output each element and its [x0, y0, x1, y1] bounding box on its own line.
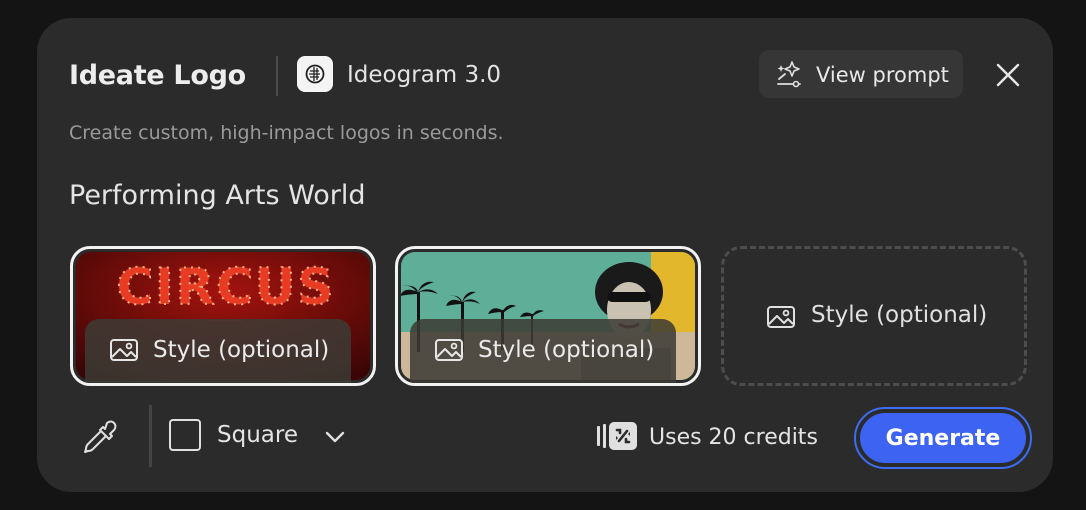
- generate-button[interactable]: Generate: [854, 407, 1032, 469]
- eyedropper-button[interactable]: [81, 417, 121, 457]
- footer-divider: [149, 405, 152, 467]
- credits-icon: [595, 421, 639, 455]
- circus-thumbnail-text: CIRCUS: [116, 258, 335, 316]
- dialog-title: Ideate Logo: [69, 60, 246, 91]
- style-reference-card-2[interactable]: Style (optional): [395, 246, 701, 386]
- model-name: Ideogram 3.0: [347, 62, 502, 88]
- view-prompt-label: View prompt: [816, 63, 949, 87]
- image-icon: [434, 337, 464, 367]
- style-chip-label: Style (optional): [153, 337, 330, 363]
- style-chip[interactable]: Style (optional): [85, 319, 351, 383]
- ideogram-logo-icon: [297, 56, 333, 92]
- image-icon: [766, 304, 796, 334]
- style-chip-label: Style (optional): [478, 337, 655, 363]
- dialog-header: Ideate Logo Ideogram 3.0 View prompt: [69, 48, 1029, 104]
- dialog-subtitle: Create custom, high-impact logos in seco…: [69, 122, 504, 144]
- aspect-ratio-label: Square: [217, 422, 298, 448]
- close-icon: [996, 63, 1020, 87]
- dialog-footer: Square Uses 20 credits Generate: [37, 403, 1053, 483]
- sparkle-wand-icon: [775, 60, 805, 92]
- eyedropper-icon: [84, 420, 117, 453]
- style-reference-card-3[interactable]: Style (optional): [721, 246, 1027, 386]
- chevron-down-icon: [323, 425, 347, 453]
- square-icon: [169, 419, 201, 451]
- close-button[interactable]: [993, 60, 1023, 90]
- style-placeholder-label: Style (optional): [811, 302, 988, 328]
- style-chip[interactable]: Style (optional): [410, 319, 676, 383]
- aspect-ratio-dropdown[interactable]: Square: [167, 415, 353, 459]
- view-prompt-button[interactable]: View prompt: [759, 50, 963, 98]
- generate-button-label: Generate: [860, 413, 1026, 463]
- credits-label: Uses 20 credits: [649, 425, 818, 450]
- prompt-text[interactable]: Performing Arts World: [69, 180, 366, 211]
- image-icon: [109, 337, 139, 367]
- ideate-logo-dialog: Ideate Logo Ideogram 3.0 View prompt Cre…: [37, 18, 1053, 492]
- header-divider: [276, 56, 278, 96]
- style-reference-card-1[interactable]: CIRCUS ~~~~ Style (optional): [70, 246, 376, 386]
